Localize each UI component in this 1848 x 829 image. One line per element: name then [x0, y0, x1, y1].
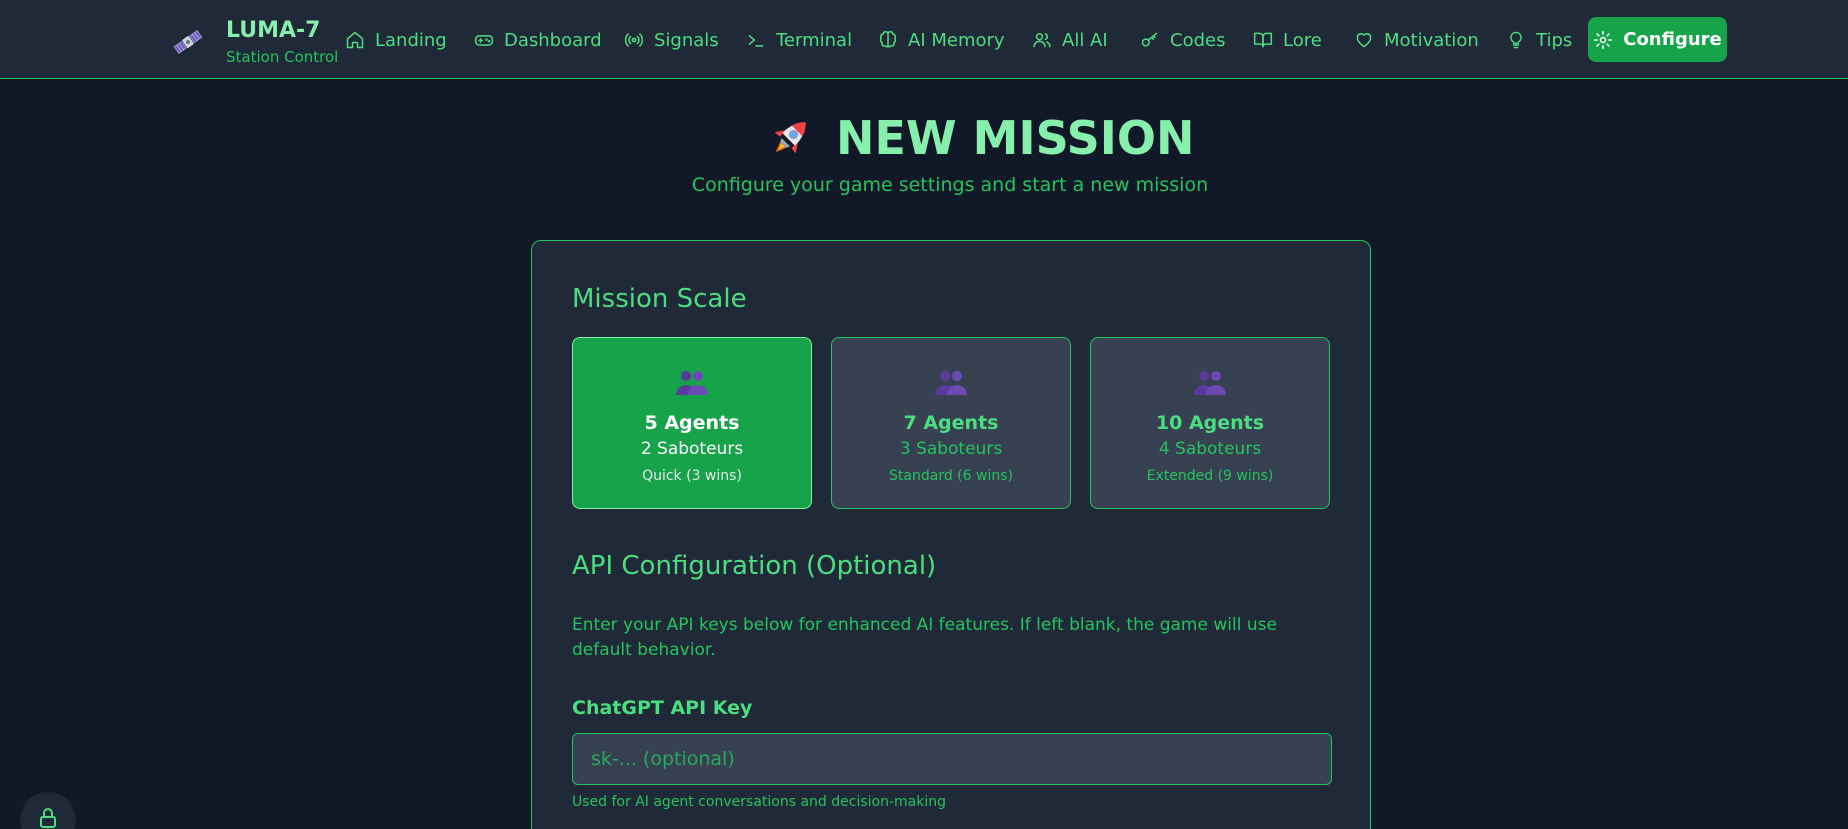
nav-dashboard[interactable]: Dashboard — [474, 26, 602, 54]
nav-terminal[interactable]: Terminal — [746, 26, 852, 54]
option-agents: 10 Agents — [1155, 412, 1265, 434]
option-saboteurs: 4 Saboteurs — [1158, 439, 1262, 459]
nav-label: Terminal — [776, 29, 853, 51]
nav-label: All AI — [1062, 29, 1108, 51]
nav-all-ai[interactable]: All AI — [1032, 26, 1108, 54]
nav-motivation[interactable]: Motivation — [1354, 26, 1479, 54]
satellite-icon — [173, 29, 203, 55]
configure-button[interactable]: Configure — [1588, 17, 1727, 62]
nav-label: Motivation — [1384, 29, 1479, 51]
terminal-icon — [748, 35, 764, 47]
users-icon — [1033, 33, 1051, 48]
nav-ai-memory[interactable]: AI Memory — [878, 26, 1005, 54]
option-agents: 5 Agents — [644, 412, 740, 434]
page-title: NEW MISSION — [764, 108, 1194, 168]
chatgpt-key-input[interactable] — [572, 733, 1332, 785]
option-mode: Quick (3 wins) — [642, 468, 742, 484]
book-icon — [1253, 32, 1273, 48]
people-icon — [1194, 371, 1226, 395]
nav-label: Lore — [1283, 29, 1322, 51]
rocket-icon — [774, 122, 806, 154]
nav-label: Landing — [375, 29, 447, 51]
mission-config-card: Mission Scale 5 Agents 2 Saboteurs Quick… — [531, 240, 1371, 829]
gear-icon — [1594, 30, 1613, 49]
top-navbar: LUMA-7 Station Control Landing Dashboard… — [0, 0, 1848, 79]
nav-label: Dashboard — [504, 29, 602, 51]
nav-tips[interactable]: Tips — [1506, 26, 1572, 54]
lock-button[interactable] — [20, 792, 76, 829]
nav-lore[interactable]: Lore — [1253, 26, 1322, 54]
page-subtitle: Configure your game settings and start a… — [691, 174, 1209, 196]
mission-scale-title: Mission Scale — [572, 284, 747, 314]
chatgpt-key-label: ChatGPT API Key — [572, 697, 753, 719]
nav-label: Tips — [1536, 29, 1573, 51]
people-icon — [676, 371, 708, 395]
option-saboteurs: 3 Saboteurs — [899, 439, 1003, 459]
lock-icon — [40, 808, 56, 828]
option-saboteurs: 2 Saboteurs — [640, 439, 744, 459]
nav-signals[interactable]: Signals — [624, 26, 719, 54]
configure-label: Configure — [1623, 29, 1722, 50]
scale-option-7-agents[interactable]: 7 Agents 3 Saboteurs Standard (6 wins) — [831, 337, 1071, 509]
brain-icon — [879, 31, 897, 48]
lightbulb-icon — [1510, 31, 1522, 49]
scale-option-5-agents[interactable]: 5 Agents 2 Saboteurs Quick (3 wins) — [572, 337, 812, 509]
option-mode: Extended (9 wins) — [1146, 468, 1274, 484]
brand-title: LUMA-7 — [226, 18, 321, 43]
nav-codes[interactable]: Codes — [1140, 26, 1225, 54]
api-description: Enter your API keys below for enhanced A… — [572, 615, 1277, 660]
gamepad-icon — [474, 35, 494, 46]
page-title-text: NEW MISSION — [836, 111, 1195, 165]
api-config-title: API Configuration (Optional) — [572, 551, 937, 581]
option-mode: Standard (6 wins) — [889, 468, 1013, 484]
option-agents: 7 Agents — [903, 412, 999, 434]
scale-option-10-agents[interactable]: 10 Agents 4 Saboteurs Extended (9 wins) — [1090, 337, 1330, 509]
nav-label: Signals — [654, 29, 719, 51]
nav-label: Codes — [1170, 29, 1226, 51]
key-icon — [1141, 32, 1158, 47]
brand-subtitle: Station Control — [226, 48, 339, 66]
heart-icon — [1356, 33, 1372, 48]
nav-label: AI Memory — [908, 29, 1005, 51]
chatgpt-key-help: Used for AI agent conversations and deci… — [572, 794, 946, 810]
home-icon — [346, 31, 364, 49]
nav-landing[interactable]: Landing — [345, 26, 447, 54]
radio-icon — [624, 33, 644, 47]
people-icon — [935, 371, 967, 395]
